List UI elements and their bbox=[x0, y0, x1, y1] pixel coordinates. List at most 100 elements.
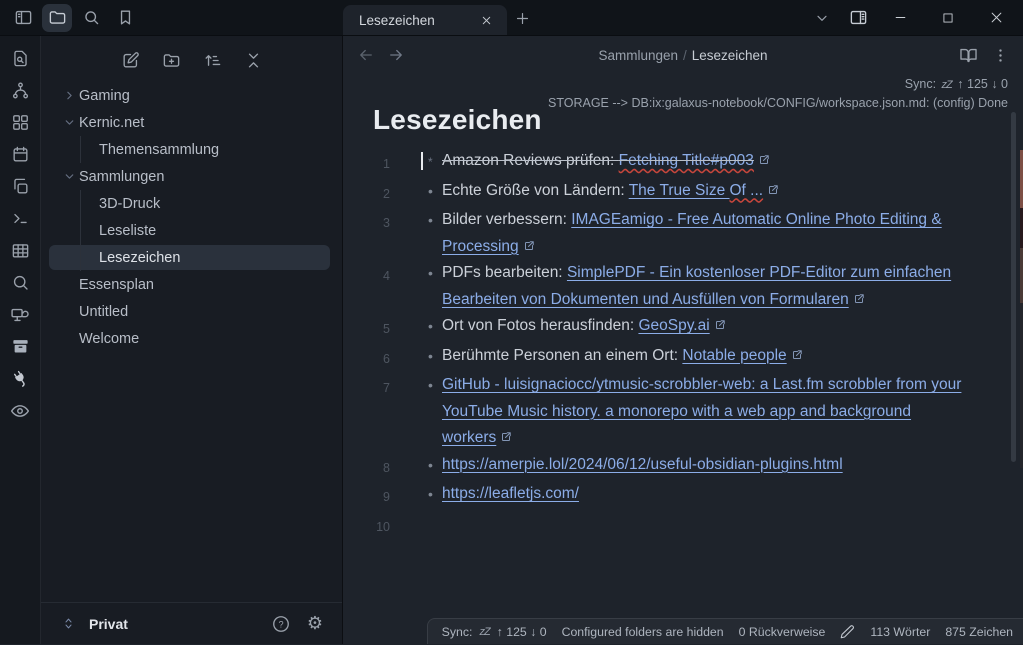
note-line-10[interactable]: 10 bbox=[343, 511, 1023, 541]
note-line-1[interactable]: 1*Amazon Reviews prüfen: Fetching Title#… bbox=[343, 148, 1023, 178]
sync-label: Sync: bbox=[905, 77, 936, 91]
plugin-ribbon-button[interactable] bbox=[7, 369, 33, 388]
tree-item-leseliste[interactable]: Leseliste bbox=[41, 217, 342, 244]
window-maximize-button[interactable] bbox=[927, 3, 969, 33]
note-link[interactable]: GeoSpy.ai bbox=[638, 317, 709, 334]
tree-item-essensplan[interactable]: Essensplan bbox=[41, 271, 342, 298]
scrollbar-thumb[interactable] bbox=[1011, 112, 1016, 462]
back-icon[interactable] bbox=[357, 46, 375, 64]
tree-item-gaming[interactable]: Gaming bbox=[41, 82, 342, 109]
reading-mode-icon[interactable] bbox=[959, 46, 978, 65]
bookmarks-tab-button[interactable] bbox=[110, 4, 140, 32]
forward-icon[interactable] bbox=[387, 46, 405, 64]
sync-overlay: Sync: zZ ↑ 125 ↓ 0 STORAGE --> DB:ix:gal… bbox=[548, 75, 1008, 112]
note-link[interactable]: Of ... bbox=[730, 182, 764, 199]
file-search-ribbon-button[interactable] bbox=[7, 49, 33, 68]
line-body[interactable]: •Berühmte Personen an einem Ort: Notable… bbox=[442, 343, 969, 373]
device-sync-ribbon-button[interactable] bbox=[7, 305, 33, 324]
templates-ribbon-button[interactable] bbox=[7, 177, 33, 196]
new-folder-button[interactable] bbox=[158, 48, 184, 72]
line-body[interactable]: •https://amerpie.lol/2024/06/12/useful-o… bbox=[442, 452, 969, 482]
note-line-6[interactable]: 6•Berühmte Personen an einem Ort: Notabl… bbox=[343, 343, 1023, 373]
status-edit-mode[interactable] bbox=[840, 624, 855, 639]
tree-item-sammlungen[interactable]: Sammlungen bbox=[41, 163, 342, 190]
line-body[interactable] bbox=[442, 511, 969, 541]
tab-close-button[interactable] bbox=[475, 9, 497, 31]
search-tab-button[interactable] bbox=[76, 4, 106, 32]
tab-list-dropdown-button[interactable] bbox=[807, 4, 837, 32]
line-body[interactable]: •GitHub - luisignaciocc/ytmusic-scrobble… bbox=[442, 372, 969, 452]
tree-item-3d-druck[interactable]: 3D-Druck bbox=[41, 190, 342, 217]
graph-icon bbox=[11, 81, 30, 100]
archive-ribbon-button[interactable] bbox=[7, 337, 33, 356]
vault-switcher-button[interactable] bbox=[55, 611, 81, 637]
tree-item-kernic-net[interactable]: Kernic.net bbox=[41, 109, 342, 136]
chevron-down-icon bbox=[63, 170, 76, 183]
note-link[interactable]: The True Size bbox=[629, 182, 730, 199]
line-body[interactable]: •Ort von Fotos herausfinden: GeoSpy.ai bbox=[442, 313, 969, 343]
reading-view-ribbon-button[interactable] bbox=[7, 401, 33, 420]
window-close-button[interactable] bbox=[975, 3, 1017, 33]
twisty[interactable] bbox=[63, 116, 79, 129]
line-body[interactable]: •PDFs bearbeiten: SimplePDF - Ein kosten… bbox=[442, 260, 969, 313]
breadcrumb-current[interactable]: Lesezeichen bbox=[692, 48, 768, 63]
note-link[interactable]: Fetching Title#p003 bbox=[619, 152, 754, 169]
editor-content[interactable]: Sync: zZ ↑ 125 ↓ 0 STORAGE --> DB:ix:gal… bbox=[343, 74, 1023, 644]
note-line-9[interactable]: 9•https://leafletjs.com/ bbox=[343, 481, 1023, 511]
note-line-2[interactable]: 2•Echte Größe von Ländern: The True Size… bbox=[343, 178, 1023, 208]
status-sync[interactable]: Sync: zZ ↑ 125 ↓ 0 bbox=[442, 625, 547, 639]
tree-item-themensammlung[interactable]: Themensammlung bbox=[41, 136, 342, 163]
status-char-count[interactable]: 875 Zeichen bbox=[945, 625, 1013, 639]
line-body[interactable]: •Echte Größe von Ländern: The True Size … bbox=[442, 178, 969, 208]
files-tab-button[interactable] bbox=[42, 4, 72, 32]
line-body[interactable]: •Bilder verbessern: IMAGEamigo - Free Au… bbox=[442, 207, 969, 260]
sync-idle-icon: zZ bbox=[940, 79, 954, 91]
list-bullet: • bbox=[428, 178, 433, 205]
window-minimize-button[interactable] bbox=[879, 3, 921, 33]
tree-item-untitled[interactable]: Untitled bbox=[41, 298, 342, 325]
new-tab-button[interactable] bbox=[507, 4, 537, 32]
chevron-down-icon bbox=[814, 10, 830, 26]
tree-item-lesezeichen[interactable]: Lesezeichen bbox=[41, 244, 342, 271]
note-link[interactable]: GitHub - luisignaciocc/ytmusic-scrobbler… bbox=[442, 376, 961, 446]
close-icon bbox=[480, 14, 493, 27]
vault-name[interactable]: Privat bbox=[89, 616, 260, 632]
note-link[interactable]: https://leafletjs.com/ bbox=[442, 485, 579, 502]
calendar-ribbon-button[interactable] bbox=[7, 145, 33, 164]
collapse-all-icon bbox=[244, 51, 263, 70]
canvas-ribbon-button[interactable] bbox=[7, 113, 33, 132]
status-backlinks[interactable]: 0 Rückverweise bbox=[739, 625, 826, 639]
note-line-7[interactable]: 7•GitHub - luisignaciocc/ytmusic-scrobbl… bbox=[343, 372, 1023, 452]
new-note-button[interactable] bbox=[117, 48, 143, 72]
omnisearch-ribbon-button[interactable] bbox=[7, 273, 33, 292]
note-line-8[interactable]: 8•https://amerpie.lol/2024/06/12/useful-… bbox=[343, 452, 1023, 482]
sort-order-button[interactable] bbox=[199, 48, 225, 72]
panel-right-icon bbox=[849, 8, 868, 27]
collapse-all-button[interactable] bbox=[240, 48, 266, 72]
line-body[interactable]: *Amazon Reviews prüfen: Fetching Title#p… bbox=[442, 148, 969, 178]
note-link[interactable]: Notable people bbox=[682, 347, 786, 364]
list-bullet: • bbox=[428, 207, 433, 234]
terminal-ribbon-button[interactable] bbox=[7, 209, 33, 228]
status-word-count[interactable]: 113 Wörter bbox=[870, 625, 930, 639]
list-bullet: • bbox=[428, 481, 433, 508]
note-line-5[interactable]: 5•Ort von Fotos herausfinden: GeoSpy.ai bbox=[343, 313, 1023, 343]
twisty[interactable] bbox=[63, 170, 79, 183]
table-ribbon-button[interactable] bbox=[7, 241, 33, 260]
breadcrumb-parent[interactable]: Sammlungen bbox=[598, 48, 678, 63]
note-link[interactable]: https://amerpie.lol/2024/06/12/useful-ob… bbox=[442, 456, 843, 473]
toggle-right-sidebar-button[interactable] bbox=[843, 4, 873, 32]
more-options-icon[interactable] bbox=[992, 47, 1009, 64]
twisty[interactable] bbox=[63, 89, 79, 102]
note-line-4[interactable]: 4•PDFs bearbeiten: SimplePDF - Ein koste… bbox=[343, 260, 1023, 313]
graph-ribbon-button[interactable] bbox=[7, 81, 33, 100]
tree-item-welcome[interactable]: Welcome bbox=[41, 325, 342, 352]
note-line-3[interactable]: 3•Bilder verbessern: IMAGEamigo - Free A… bbox=[343, 207, 1023, 260]
line-body[interactable]: •https://leafletjs.com/ bbox=[442, 481, 969, 511]
tab-lesezeichen[interactable]: Lesezeichen bbox=[343, 5, 507, 35]
toggle-left-sidebar-button[interactable] bbox=[8, 4, 38, 32]
help-button[interactable]: ? bbox=[268, 611, 294, 637]
tree-item-label: Gaming bbox=[79, 88, 130, 104]
settings-button[interactable]: ⚙ bbox=[302, 611, 328, 637]
status-folders-hidden[interactable]: Configured folders are hidden bbox=[562, 625, 724, 639]
